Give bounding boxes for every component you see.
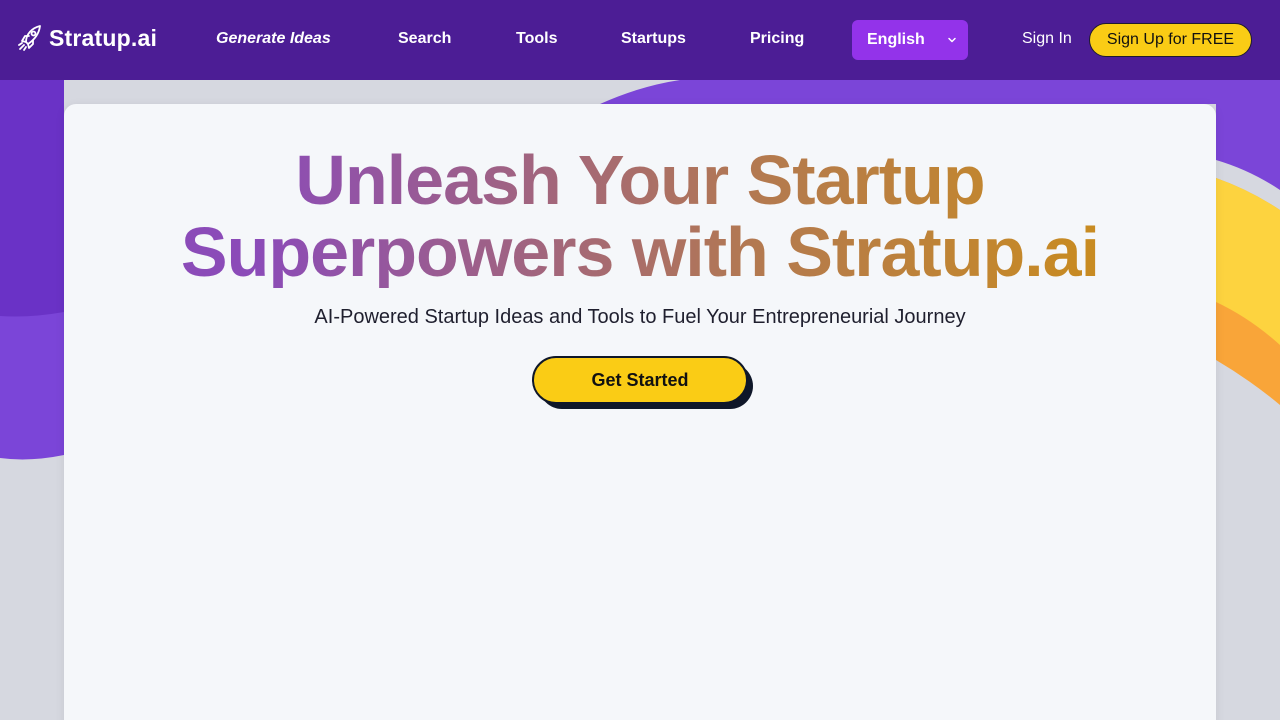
- sign-in-link[interactable]: Sign In: [1022, 30, 1072, 48]
- page: Stratup.ai Generate Ideas Search Tools S…: [0, 0, 1280, 720]
- hero-title: Unleash Your Startup Superpowers with St…: [0, 144, 1280, 288]
- rocket-icon: [18, 25, 41, 51]
- hero-title-line-2: Superpowers with Stratup.ai: [180, 213, 1100, 291]
- nav-tools[interactable]: Tools: [516, 30, 557, 48]
- language-select[interactable]: English: [852, 20, 968, 60]
- sign-up-button[interactable]: Sign Up for FREE: [1089, 23, 1252, 57]
- get-started-wrapper: Get Started: [532, 356, 754, 410]
- chevron-down-icon: [948, 37, 956, 43]
- brand-logo[interactable]: Stratup.ai: [18, 24, 157, 52]
- nav-generate-ideas[interactable]: Generate Ideas: [216, 30, 331, 48]
- nav-search[interactable]: Search: [398, 30, 451, 48]
- language-selected: English: [867, 31, 925, 48]
- nav-pricing[interactable]: Pricing: [750, 30, 804, 48]
- hero-title-line-1: Unleash Your Startup: [295, 141, 985, 219]
- hero-subtitle: AI-Powered Startup Ideas and Tools to Fu…: [314, 306, 966, 328]
- brand-name: Stratup.ai: [49, 24, 158, 51]
- nav-startups[interactable]: Startups: [621, 30, 686, 48]
- get-started-button[interactable]: Get Started: [532, 356, 748, 404]
- navbar: Stratup.ai Generate Ideas Search Tools S…: [0, 0, 1280, 80]
